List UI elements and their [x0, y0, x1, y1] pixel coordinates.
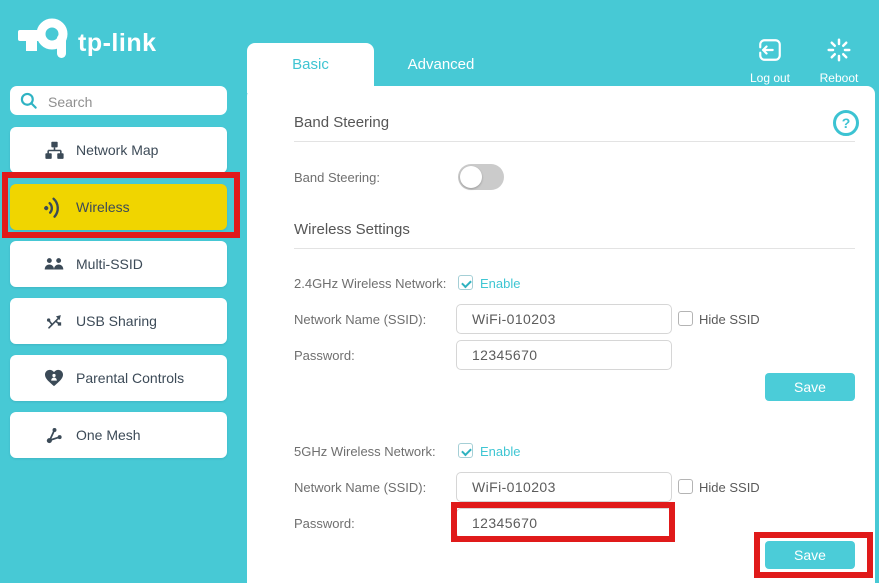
- logout-icon: [757, 37, 783, 68]
- save-5g-button[interactable]: Save: [765, 541, 855, 569]
- wireless-settings-title: Wireless Settings: [294, 221, 410, 238]
- hide-ssid-2g-checkbox[interactable]: [678, 311, 693, 326]
- sidebar-item-wireless[interactable]: Wireless: [10, 184, 227, 230]
- password-2g-label: Password:: [294, 348, 355, 363]
- ssid-2g-label: Network Name (SSID):: [294, 312, 426, 327]
- tplink-logo-text: tp-link: [78, 29, 157, 58]
- enable-5g-label: Enable: [480, 444, 520, 459]
- search-box[interactable]: [10, 86, 227, 115]
- reboot-label: Reboot: [820, 71, 859, 85]
- enable-5g-checkbox[interactable]: [458, 443, 473, 458]
- tab-basic[interactable]: Basic: [247, 43, 374, 93]
- logout-button[interactable]: Log out: [736, 37, 804, 85]
- search-input[interactable]: [46, 86, 222, 117]
- band-steering-title: Band Steering: [294, 114, 389, 131]
- password-5g-label: Password:: [294, 516, 355, 531]
- enable-2g-label: Enable: [480, 276, 520, 291]
- band-steering-label: Band Steering:: [294, 170, 380, 185]
- hide-ssid-5g-label: Hide SSID: [699, 480, 760, 495]
- ssid-5g-label: Network Name (SSID):: [294, 480, 426, 495]
- reboot-icon: [826, 37, 852, 68]
- divider: [294, 248, 855, 249]
- network-block-5g: 5GHz Wireless Network: Enable Network Na…: [0, 443, 879, 575]
- enable-2g-checkbox[interactable]: [458, 275, 473, 290]
- reboot-button[interactable]: Reboot: [805, 37, 873, 85]
- tplink-logo-icon: [16, 10, 74, 69]
- search-icon: [19, 91, 39, 116]
- ssid-5g-input[interactable]: [456, 472, 672, 502]
- save-2g-button[interactable]: Save: [765, 373, 855, 401]
- network-map-icon: [44, 140, 64, 160]
- sidebar-item-label: One Mesh: [76, 427, 141, 443]
- sidebar-item-label: Network Map: [76, 142, 158, 158]
- multi-ssid-icon: [44, 254, 64, 274]
- help-icon[interactable]: ?: [833, 110, 859, 136]
- sidebar-item-label: Wireless: [76, 199, 130, 215]
- hide-ssid-2g-label: Hide SSID: [699, 312, 760, 327]
- logout-label: Log out: [750, 71, 790, 85]
- hide-ssid-5g-checkbox[interactable]: [678, 479, 693, 494]
- ssid-2g-input[interactable]: [456, 304, 672, 334]
- tplink-logo: tp-link: [16, 12, 157, 66]
- sidebar-item-network-map[interactable]: Network Map: [10, 127, 227, 173]
- mesh-icon: [44, 425, 64, 445]
- band-2g-label: 2.4GHz Wireless Network:: [294, 276, 446, 291]
- password-5g-input[interactable]: [456, 508, 672, 538]
- band-steering-toggle[interactable]: [458, 164, 504, 190]
- sidebar-item-label: Multi-SSID: [76, 256, 143, 272]
- wireless-icon: [40, 193, 68, 221]
- divider: [294, 141, 855, 142]
- tab-advanced[interactable]: Advanced: [374, 43, 508, 86]
- band-5g-label: 5GHz Wireless Network:: [294, 444, 436, 459]
- password-2g-input[interactable]: [456, 340, 672, 370]
- network-block-2g: 2.4GHz Wireless Network: Enable Network …: [0, 275, 879, 407]
- toggle-knob: [460, 166, 482, 188]
